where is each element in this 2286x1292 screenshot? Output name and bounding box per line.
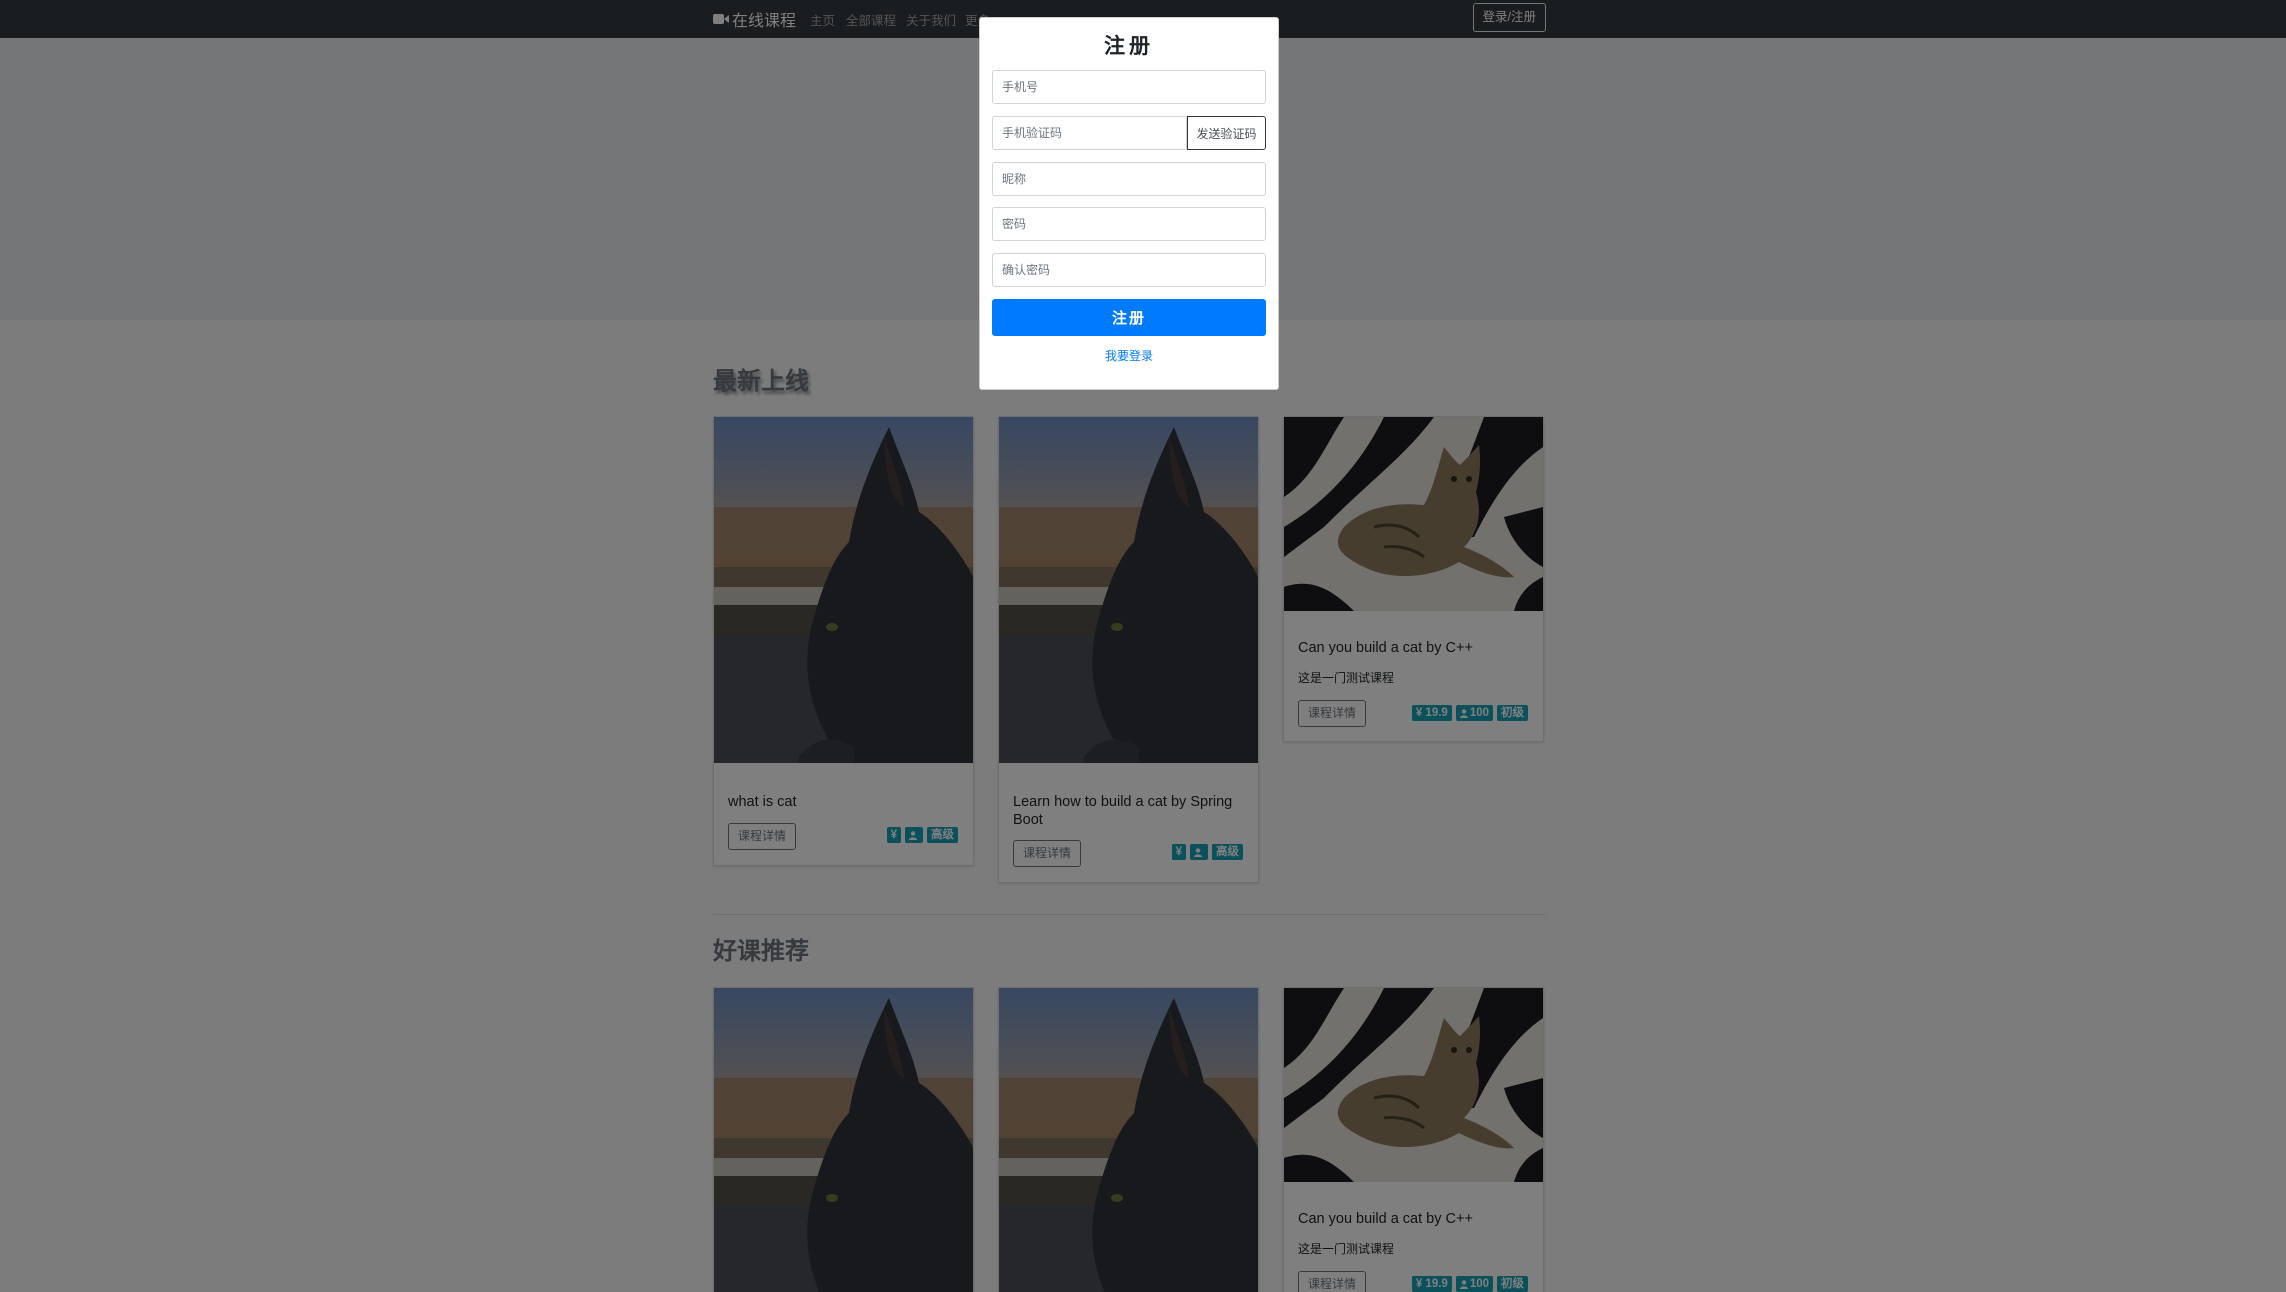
phone-input[interactable] bbox=[992, 70, 1266, 104]
send-code-button[interactable]: 发送验证码 bbox=[1187, 116, 1266, 150]
password-input[interactable] bbox=[992, 207, 1266, 241]
nickname-input[interactable] bbox=[992, 162, 1266, 196]
sms-code-input[interactable] bbox=[992, 116, 1187, 150]
register-modal: 注册 发送验证码 注册 我要登录 bbox=[979, 17, 1279, 390]
modal-title: 注册 bbox=[1104, 35, 1154, 58]
go-login-link[interactable]: 我要登录 bbox=[980, 347, 1278, 364]
confirm-password-input[interactable] bbox=[992, 253, 1266, 287]
register-submit-button[interactable]: 注册 bbox=[992, 299, 1266, 336]
